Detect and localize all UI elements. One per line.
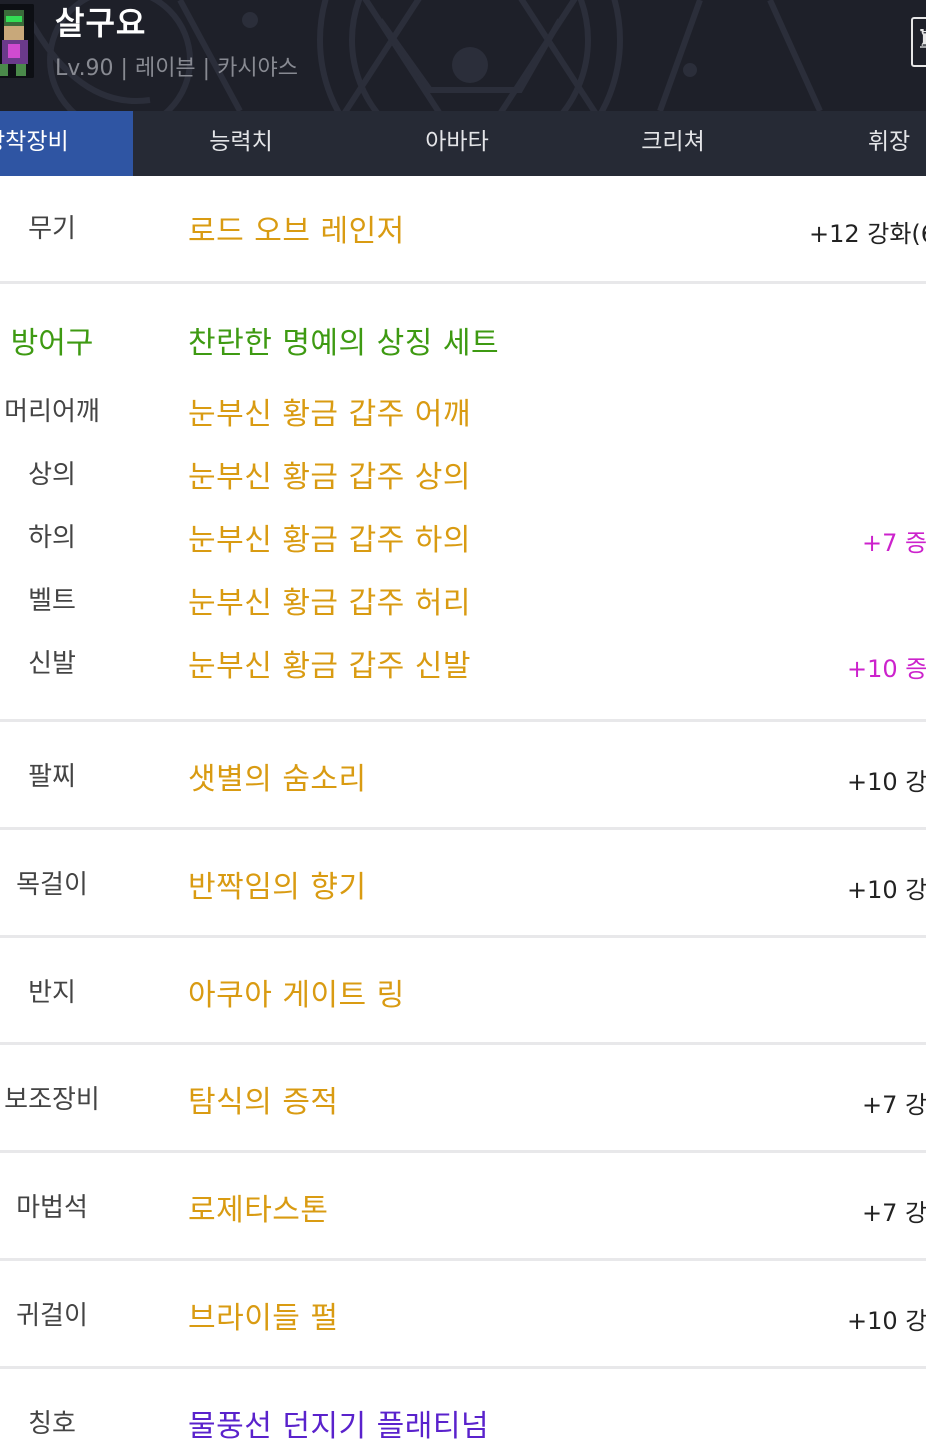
item-name[interactable]: 브라이들 펄	[188, 1293, 339, 1337]
armor-piece-row[interactable]: 머리어깨 눈부신 황금 갑주 어깨	[0, 379, 926, 442]
slot-label: 귀걸이	[16, 1301, 88, 1331]
character-equipment-screen: 살구요 Lv.90 | 레이븐 | 카시야스 ♜ 장착장비 능력치 아바타 크리…	[0, 0, 926, 1456]
tab-creature[interactable]: 크리쳐	[565, 111, 781, 176]
equipment-row-ring[interactable]: 반지 아쿠아 게이트 링	[0, 938, 926, 1045]
tab-equipment[interactable]: 장착장비	[0, 111, 133, 176]
armor-piece-row[interactable]: 상의 눈부신 황금 갑주 상의	[0, 442, 926, 505]
character-avatar-icon[interactable]	[0, 4, 34, 78]
slot-label: 하의	[28, 523, 76, 553]
tab-avatar[interactable]: 아바타	[349, 111, 565, 176]
armor-piece-row[interactable]: 하의 눈부신 황금 갑주 하의 +7 증	[0, 505, 926, 568]
enhance-level: +7 강	[862, 1199, 926, 1227]
character-header: 살구요 Lv.90 | 레이븐 | 카시야스 ♜	[0, 0, 926, 111]
equipment-row-sub-equipment[interactable]: 보조장비 탐식의 증적 +7 강	[0, 1045, 926, 1153]
equipment-row-weapon[interactable]: 무기 로드 오브 레인저 +12 강화(6	[0, 176, 926, 284]
amplify-level: +7 증	[862, 529, 926, 557]
item-name[interactable]: 샛별의 숨소리	[188, 754, 367, 798]
slot-label: 반지	[28, 978, 76, 1008]
slot-label: 머리어깨	[4, 397, 100, 427]
tab-stats[interactable]: 능력치	[133, 111, 349, 176]
equipment-row-necklace[interactable]: 목걸이 반짝임의 향기 +10 강	[0, 830, 926, 938]
menu-icon[interactable]: ♜	[911, 17, 926, 67]
item-name[interactable]: 아쿠아 게이트 링	[188, 970, 405, 1014]
equipment-row-armor-set: 방어구 찬란한 명예의 상징 세트 머리어깨 눈부신 황금 갑주 어깨 상의 눈…	[0, 284, 926, 722]
slot-label: 칭호	[28, 1409, 76, 1439]
tab-emblem[interactable]: 휘장	[781, 111, 926, 176]
enhance-level: +10 강	[847, 876, 926, 904]
slot-label: 벨트	[28, 586, 76, 616]
item-name[interactable]: 로드 오브 레인저	[188, 206, 405, 250]
menu-icon-glyph: ♜	[916, 25, 926, 55]
armor-piece-row[interactable]: 신발 눈부신 황금 갑주 신발 +10 증	[0, 631, 926, 694]
equipment-row-bracelet[interactable]: 팔찌 샛별의 숨소리 +10 강	[0, 722, 926, 830]
equipment-tab-bar: 장착장비 능력치 아바타 크리쳐 휘장	[0, 111, 926, 176]
item-name[interactable]: 반짝임의 향기	[188, 862, 367, 906]
item-name[interactable]: 탐식의 증적	[188, 1077, 339, 1121]
item-name[interactable]: 로제타스톤	[188, 1185, 329, 1229]
armor-piece-row[interactable]: 벨트 눈부신 황금 갑주 허리	[0, 568, 926, 631]
slot-label: 팔찌	[28, 762, 76, 792]
item-name[interactable]: 물풍선 던지기 플래티넘	[188, 1401, 489, 1445]
equipment-row-magic-stone[interactable]: 마법석 로제타스톤 +7 강	[0, 1153, 926, 1261]
slot-label: 신발	[28, 649, 76, 679]
avatar-pixel-art	[0, 4, 34, 78]
item-name[interactable]: 눈부신 황금 갑주 허리	[188, 578, 471, 622]
enhance-level: +12 강화(6	[809, 220, 926, 248]
enhance-level: +10 강	[847, 768, 926, 796]
amplify-level: +10 증	[847, 655, 926, 683]
item-name[interactable]: 눈부신 황금 갑주 상의	[188, 452, 471, 496]
equipment-row-title[interactable]: 칭호 물풍선 던지기 플래티넘	[0, 1369, 926, 1456]
item-name[interactable]: 눈부신 황금 갑주 하의	[188, 515, 471, 559]
slot-label: 목걸이	[16, 870, 88, 900]
item-name[interactable]: 눈부신 황금 갑주 신발	[188, 641, 471, 685]
enhance-level: +7 강	[862, 1091, 926, 1119]
slot-label-armor: 방어구	[10, 326, 94, 361]
slot-label: 상의	[28, 460, 76, 490]
slot-label: 마법석	[16, 1193, 88, 1223]
character-level-class-server: Lv.90 | 레이븐 | 카시야스	[55, 56, 299, 81]
enhance-level: +10 강	[847, 1307, 926, 1335]
armor-set-name[interactable]: 찬란한 명예의 상징 세트	[188, 318, 499, 362]
item-name[interactable]: 눈부신 황금 갑주 어깨	[188, 389, 471, 433]
character-name: 살구요	[55, 4, 147, 42]
slot-label: 무기	[28, 214, 76, 244]
slot-label: 보조장비	[4, 1085, 100, 1115]
equipment-row-earring[interactable]: 귀걸이 브라이들 펄 +10 강	[0, 1261, 926, 1369]
